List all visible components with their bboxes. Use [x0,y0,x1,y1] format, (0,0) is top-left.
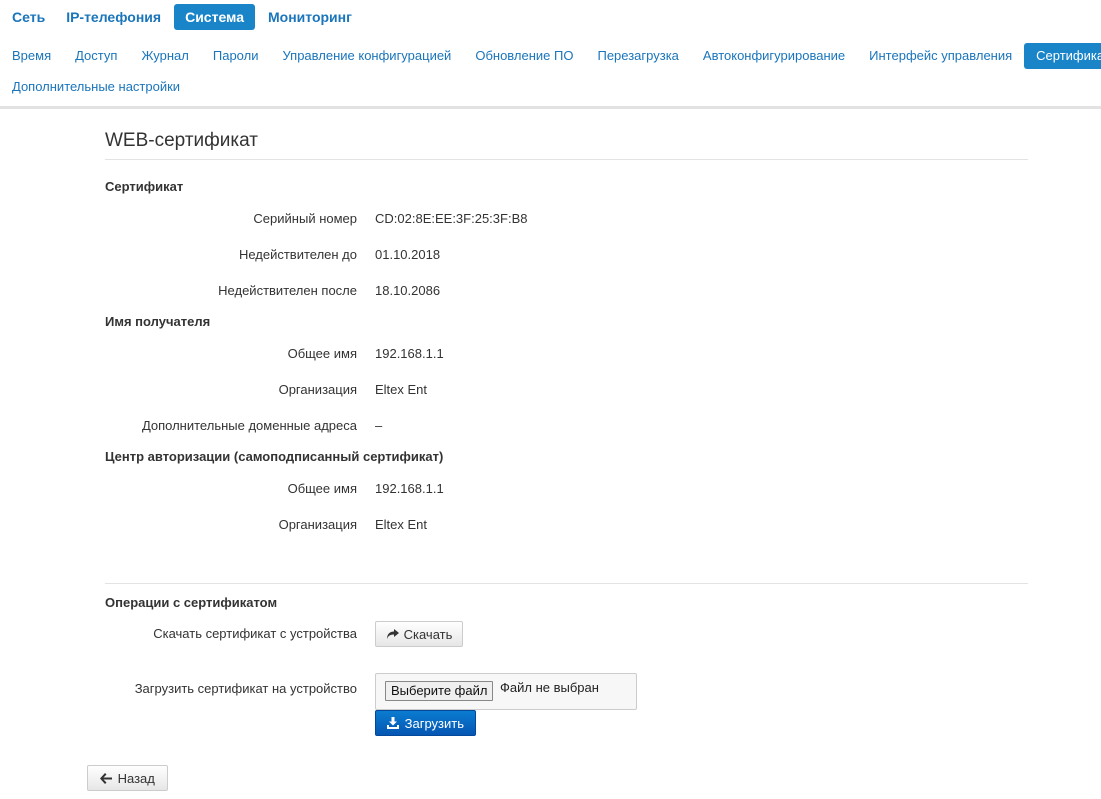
top-nav-ip-telephony[interactable]: IP-телефония [58,4,169,30]
subject-alt-label: Дополнительные доменные адреса [141,418,357,433]
back-button[interactable]: Назад [87,765,168,791]
share-icon [386,622,400,648]
row-subject-cn: Общее имя 192.168.1.1 [105,346,1028,366]
row-subject-alt: Дополнительные доменные адреса – [105,418,1028,438]
tab-config-management[interactable]: Управление конфигурацией [270,43,463,69]
main-content: WEB-сертификат Сертификат Серийный номер… [105,110,1028,736]
subject-cn-value: 192.168.1.1 [375,346,444,361]
section-subject: Имя получателя [105,314,211,329]
tab-management-interface[interactable]: Интерфейс управления [857,43,1024,69]
subject-cn-label: Общее имя [287,346,357,361]
section-issuer: Центр авторизации (самоподписанный серти… [105,449,444,464]
file-status: Файл не выбран [500,680,599,695]
back-button-label: Назад [117,771,155,786]
tab-reboot[interactable]: Перезагрузка [585,43,690,69]
section-certificate: Сертификат [105,179,184,194]
not-after-label: Недействителен после [218,283,357,298]
tab-advanced-settings[interactable]: Дополнительные настройки [0,74,192,100]
section-divider [105,583,1028,584]
tab-time[interactable]: Время [0,43,63,69]
serial-label: Серийный номер [253,211,357,226]
page-title: WEB-сертификат [105,129,1028,160]
download-button[interactable]: Скачать [375,621,464,648]
serial-value: CD:02:8E:EE:3F:25:3F:B8 [375,211,528,226]
top-nav: Сеть IP-телефония Система Мониторинг [0,4,365,30]
not-before-value: 01.10.2018 [375,247,441,262]
issuer-org-label: Организация [278,517,357,532]
tab-access[interactable]: Доступ [63,43,129,69]
upload-button[interactable]: Загрузить [375,710,476,736]
row-not-before: Недействителен до 01.10.2018 [105,247,1028,267]
download-label: Скачать сертификат с устройства [153,626,357,641]
issuer-cn-value: 192.168.1.1 [375,481,444,496]
row-issuer-cn: Общее имя 192.168.1.1 [105,481,1028,501]
not-before-label: Недействителен до [238,247,357,262]
top-nav-system[interactable]: Система [174,4,255,30]
row-download: Скачать сертификат с устройства [105,626,1028,646]
issuer-cn-label: Общее имя [287,481,357,496]
section-operations: Операции с сертификатом [105,595,278,610]
top-nav-monitoring[interactable]: Мониторинг [260,4,360,30]
issuer-org-value: Eltex Ent [375,517,428,532]
choose-file-button[interactable]: Выберите файл [385,681,494,701]
subject-org-label: Организация [278,382,357,397]
upload-label: Загрузить сертификат на устройство [134,681,357,696]
top-nav-network[interactable]: Сеть [0,4,53,30]
subject-org-value: Eltex Ent [375,382,428,397]
tab-autoconfig[interactable]: Автоконфигурирование [691,43,857,69]
tab-log[interactable]: Журнал [129,43,200,69]
nav-divider [0,106,1101,109]
arrow-left-icon [100,766,114,792]
tab-certificates[interactable]: Сертификаты [1024,43,1101,69]
row-serial: Серийный номер CD:02:8E:EE:3F:25:3F:B8 [105,211,1028,231]
subject-alt-value: – [375,418,383,433]
row-subject-org: Организация Eltex Ent [105,382,1028,402]
tab-firmware-update[interactable]: Обновление ПО [463,43,585,69]
file-input[interactable]: Выберите файл Файл не выбран [375,673,637,710]
row-issuer-org: Организация Eltex Ent [105,517,1028,537]
row-not-after: Недействителен после 18.10.2086 [105,283,1028,303]
sub-nav: Время Доступ Журнал Пароли Управление ко… [0,43,1101,100]
upload-button-label: Загрузить [404,716,464,731]
tab-passwords[interactable]: Пароли [201,43,271,69]
not-after-value: 18.10.2086 [375,283,441,298]
download-button-label: Скачать [403,627,453,642]
upload-icon [387,711,401,737]
